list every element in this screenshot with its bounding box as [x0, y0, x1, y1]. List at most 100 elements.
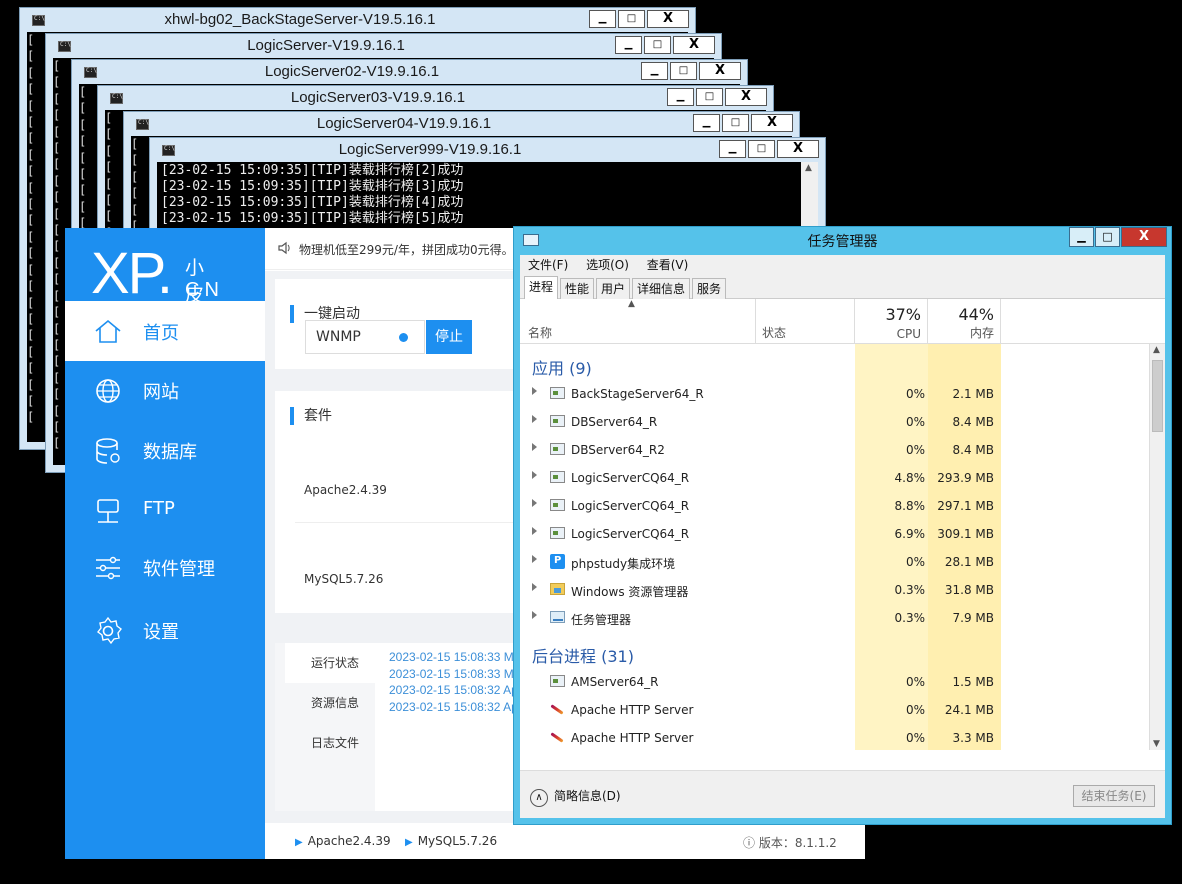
column-status[interactable]: 状态 — [756, 299, 855, 344]
close-button[interactable]: X — [673, 36, 715, 54]
column-memory[interactable]: 44% 内存 — [928, 299, 1001, 344]
maximize-button[interactable]: □ — [618, 10, 645, 28]
table-row[interactable]: 任务管理器 0.3% 7.9 MB — [520, 604, 1149, 632]
console-titlebar[interactable]: LogicServer03-V19.9.16.1 ▁ □ X — [98, 86, 773, 110]
table-row[interactable]: LogicServerCQ64_R 4.8% 293.9 MB — [520, 464, 1149, 492]
database-icon — [96, 438, 120, 464]
nav-item-software[interactable]: 软件管理 — [65, 537, 265, 597]
process-cpu: 0.3% — [894, 583, 926, 597]
console-titlebar[interactable]: LogicServer04-V19.9.16.1 ▁ □ X — [124, 112, 799, 136]
minimize-button[interactable]: ▁ — [667, 88, 694, 106]
tab-details[interactable]: 详细信息 — [632, 278, 691, 300]
minimize-button[interactable]: ▁ — [719, 140, 746, 158]
minimize-button[interactable]: ▁ — [1069, 227, 1094, 247]
console-title: LogicServer04-V19.9.16.1 — [316, 115, 492, 132]
window-controls: ▁ □ X — [587, 10, 689, 28]
menu-view[interactable]: 查看(V) — [647, 258, 689, 272]
expand-arrow-icon[interactable] — [532, 611, 537, 619]
expand-arrow-icon[interactable] — [532, 387, 537, 395]
table-row[interactable]: BackStageServer64_R 0% 2.1 MB — [520, 380, 1149, 408]
home-icon — [95, 319, 121, 343]
process-memory: 3.3 MB — [952, 731, 994, 745]
status-apache[interactable]: ▶ Apache2.4.39 — [295, 834, 391, 848]
console-titlebar[interactable]: LogicServer02-V19.9.16.1 ▁ □ X — [72, 60, 747, 84]
expand-arrow-icon[interactable] — [532, 499, 537, 507]
tab-resource-info[interactable]: 资源信息 — [285, 683, 375, 723]
tab-processes[interactable]: 进程 — [524, 276, 559, 300]
process-cpu: 0% — [905, 703, 925, 717]
wnmp-select[interactable]: WNMP — [305, 320, 425, 354]
process-cpu: 0% — [905, 415, 925, 429]
scroll-thumb[interactable] — [1152, 360, 1163, 432]
nav-item-settings[interactable]: 设置 — [65, 600, 265, 660]
tab-performance[interactable]: 性能 — [560, 278, 595, 300]
table-row[interactable]: LogicServerCQ64_R 8.8% 297.1 MB — [520, 492, 1149, 520]
process-memory: 7.9 MB — [952, 611, 994, 625]
memory-label: 内存 — [969, 326, 994, 340]
close-button[interactable]: X — [725, 88, 767, 106]
maximize-button[interactable]: □ — [644, 36, 671, 54]
nav-item-ftp[interactable]: FTP — [65, 480, 265, 540]
nav-item-home[interactable]: 首页 — [65, 301, 265, 361]
column-name[interactable]: ▲ 名称 — [520, 299, 756, 344]
scroll-down-icon[interactable]: ▼ — [1153, 739, 1160, 749]
close-button[interactable]: X — [647, 10, 689, 28]
close-button[interactable]: X — [699, 62, 741, 80]
status-mysql[interactable]: ▶ MySQL5.7.26 — [405, 834, 497, 848]
scroll-up-icon[interactable]: ▲ — [805, 163, 812, 173]
minimize-button[interactable]: ▁ — [615, 36, 642, 54]
table-row[interactable]: Apache HTTP Server 0% 3.3 MB — [520, 724, 1149, 750]
group-header: 后台进程 (31) — [520, 636, 1149, 668]
table-row[interactable]: AMServer64_R 0% 1.5 MB — [520, 668, 1149, 696]
vertical-scrollbar[interactable]: ▲ ▼ — [1149, 344, 1165, 750]
table-row[interactable]: Windows 资源管理器 0.3% 31.8 MB — [520, 576, 1149, 604]
status-apache-label: Apache2.4.39 — [307, 834, 391, 848]
menu-options[interactable]: 选项(O) — [586, 258, 629, 272]
fewer-details-button[interactable]: ∧ 简略信息(D) — [530, 787, 621, 807]
expand-arrow-icon[interactable] — [532, 555, 537, 563]
maximize-button[interactable]: □ — [722, 114, 749, 132]
nav-item-database[interactable]: 数据库 — [65, 420, 265, 480]
suite-title: 套件 — [290, 407, 332, 425]
minimize-button[interactable]: ▁ — [693, 114, 720, 132]
scroll-up-icon[interactable]: ▲ — [1153, 345, 1160, 355]
process-name: DBServer64_R2 — [571, 443, 665, 457]
table-row[interactable]: DBServer64_R2 0% 8.4 MB — [520, 436, 1149, 464]
menu-file[interactable]: 文件(F) — [528, 258, 568, 272]
table-row[interactable]: DBServer64_R 0% 8.4 MB — [520, 408, 1149, 436]
close-button[interactable]: X — [751, 114, 793, 132]
close-button[interactable]: X — [1121, 227, 1167, 247]
stop-button[interactable]: 停止 — [426, 320, 472, 354]
table-row[interactable]: Apache HTTP Server 0% 24.1 MB — [520, 696, 1149, 724]
expand-arrow-icon[interactable] — [532, 443, 537, 451]
process-name: Apache HTTP Server — [571, 703, 694, 717]
maximize-button[interactable]: □ — [670, 62, 697, 80]
tab-services[interactable]: 服务 — [692, 278, 727, 300]
console-titlebar[interactable]: LogicServer-V19.9.16.1 ▁ □ X — [46, 34, 721, 58]
maximize-button[interactable]: □ — [748, 140, 775, 158]
table-row[interactable]: phpstudy集成环境 0% 28.1 MB — [520, 548, 1149, 576]
tab-users[interactable]: 用户 — [596, 278, 631, 300]
maximize-button[interactable]: □ — [1095, 227, 1120, 247]
console-titlebar[interactable]: LogicServer999-V19.9.16.1 ▁ □ X — [150, 138, 825, 162]
table-row[interactable]: LogicServerCQ64_R 6.9% 309.1 MB — [520, 520, 1149, 548]
notice-text[interactable]: 物理机低至299元/年，拼团成功0元得。 — [299, 241, 514, 258]
process-cpu: 0.3% — [894, 611, 926, 625]
maximize-button[interactable]: □ — [696, 88, 723, 106]
wnmp-label: WNMP — [316, 329, 361, 345]
close-button[interactable]: X — [777, 140, 819, 158]
tab-run-status[interactable]: 运行状态 — [285, 643, 375, 683]
nav-item-website[interactable]: 网站 — [65, 360, 265, 420]
minimize-button[interactable]: ▁ — [589, 10, 616, 28]
expand-arrow-icon[interactable] — [532, 471, 537, 479]
process-cpu: 0% — [905, 387, 925, 401]
expand-arrow-icon[interactable] — [532, 527, 537, 535]
expand-arrow-icon[interactable] — [532, 415, 537, 423]
process-cpu: 0% — [905, 675, 925, 689]
end-task-button[interactable]: 结束任务(E) — [1073, 785, 1155, 807]
column-cpu[interactable]: 37% CPU — [855, 299, 928, 344]
minimize-button[interactable]: ▁ — [641, 62, 668, 80]
console-titlebar[interactable]: xhwl-bg02_BackStageServer-V19.5.16.1 ▁ □… — [20, 8, 695, 32]
expand-arrow-icon[interactable] — [532, 583, 537, 591]
tab-log-files[interactable]: 日志文件 — [285, 723, 375, 763]
